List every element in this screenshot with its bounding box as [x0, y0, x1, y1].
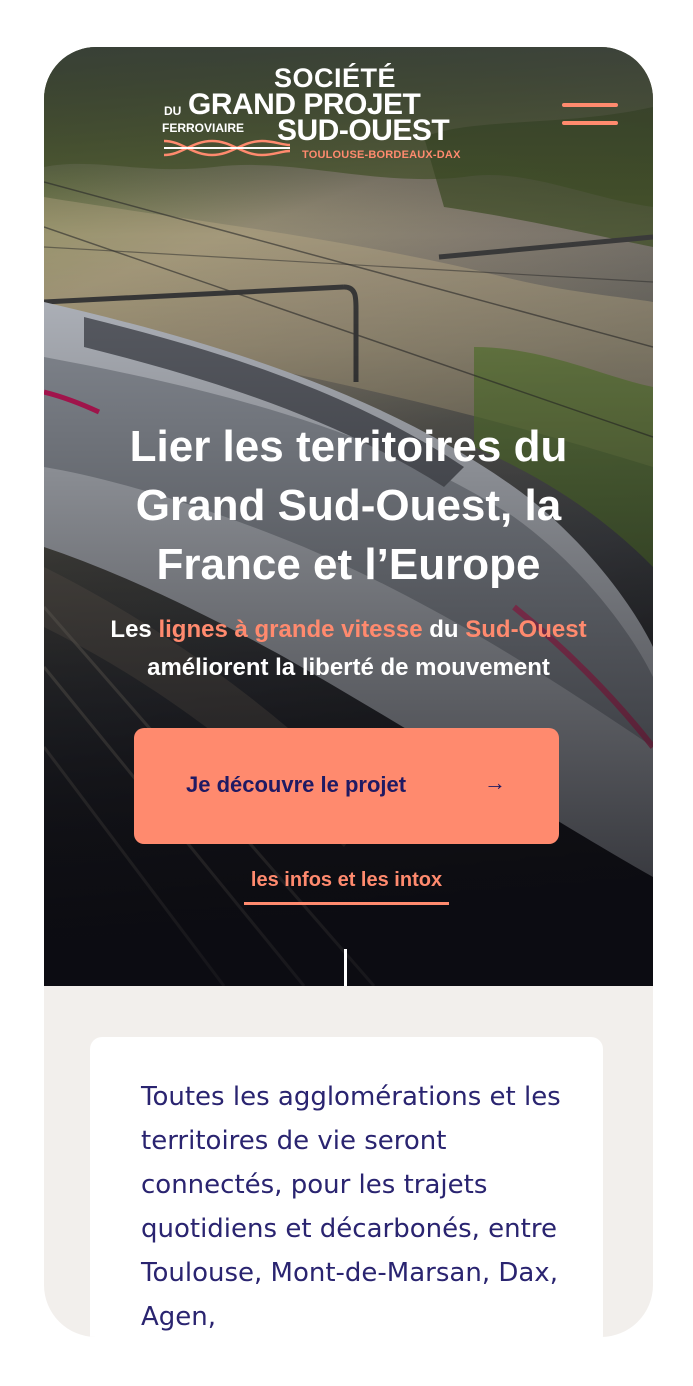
intro-card: Toutes les agglomérations et les territo… [90, 1037, 603, 1337]
logo-ferroviaire: FERROVIAIRE [162, 121, 245, 135]
hero-subheadline: Les lignes à grande vitesse du Sud-Ouest… [54, 611, 643, 687]
hero-headline: Lier les territoires du Grand Sud-Ouest,… [129, 422, 568, 589]
discover-project-button[interactable]: Je découvre le projet → [134, 728, 559, 844]
cta-label: Je découvre le projet [186, 772, 407, 797]
logo-line-sud-ouest: SUD-OUEST [277, 114, 450, 147]
menu-bar-top [562, 103, 618, 107]
hamburger-menu-icon[interactable] [562, 103, 618, 125]
sub-text-1: Les [110, 616, 159, 643]
sub-highlight-sud-ouest: Sud-Ouest [465, 616, 587, 643]
sub-text-2: du [422, 616, 466, 643]
scroll-indicator [344, 949, 347, 986]
menu-bar-bottom [562, 121, 618, 125]
site-logo[interactable]: SOCIÉTÉ DU GRAND PROJET FERROVIAIRE SUD-… [162, 65, 482, 165]
hero-section: SOCIÉTÉ DU GRAND PROJET FERROVIAIRE SUD-… [44, 47, 653, 986]
arrow-right-icon: → [484, 770, 506, 795]
logo-rail-wave-icon [163, 139, 291, 157]
logo-du: DU [164, 104, 182, 118]
logo-tagline: TOULOUSE-BORDEAUX-DAX [302, 149, 461, 161]
sub-highlight-lgv: lignes à grande vitesse [158, 616, 423, 643]
sub-text-3: améliorent la liberté de mouvement [147, 654, 550, 681]
intro-text: Toutes les agglomérations et les territo… [141, 1082, 561, 1332]
phone-frame: SOCIÉTÉ DU GRAND PROJET FERROVIAIRE SUD-… [44, 47, 653, 1337]
infos-intox-link[interactable]: les infos et les intox [244, 869, 449, 905]
